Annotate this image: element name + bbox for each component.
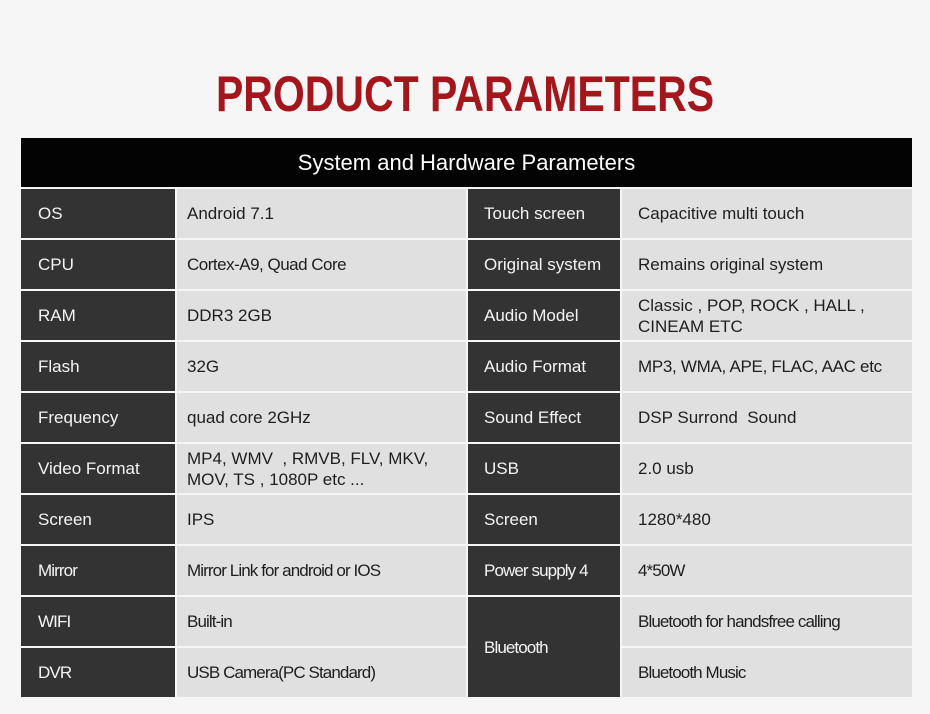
param-value-video-format: MP4, WMV , RMVB, FLV, MKV, MOV, TS , 108… xyxy=(177,444,466,493)
param-label-original-system: Original system xyxy=(468,240,620,289)
param-value-audio-model: Classic , POP, ROCK , HALL , CINEAM ETC xyxy=(622,291,912,340)
parameters-table: System and Hardware Parameters OS Androi… xyxy=(21,138,912,697)
param-label-touch-screen: Touch screen xyxy=(468,189,620,238)
param-label-video-format: Video Format xyxy=(21,444,175,493)
param-label-power-supply: Power supply 4 xyxy=(468,546,620,595)
param-value-screen-resolution: 1280*480 xyxy=(622,495,912,544)
param-value-flash: 32G xyxy=(177,342,466,391)
param-value-touch-screen: Capacitive multi touch xyxy=(622,189,912,238)
param-label-audio-model: Audio Model xyxy=(468,291,620,340)
param-value-audio-format: MP3, WMA, APE, FLAC, AAC etc xyxy=(622,342,912,391)
param-label-ram: RAM xyxy=(21,291,175,340)
param-value-mirror: Mirror Link for android or IOS xyxy=(177,546,466,595)
param-label-wifi: WIFI xyxy=(21,597,175,646)
param-label-audio-format: Audio Format xyxy=(468,342,620,391)
param-label-os: OS xyxy=(21,189,175,238)
param-label-screen-resolution: Screen xyxy=(468,495,620,544)
param-label-screen-type: Screen xyxy=(21,495,175,544)
param-value-wifi: Built-in xyxy=(177,597,466,646)
param-label-mirror: Mirror xyxy=(21,546,175,595)
param-label-cpu: CPU xyxy=(21,240,175,289)
param-value-cpu: Cortex-A9, Quad Core xyxy=(177,240,466,289)
param-value-dvr: USB Camera(PC Standard) xyxy=(177,648,466,697)
param-value-sound-effect: DSP Surrond Sound xyxy=(622,393,912,442)
param-label-bluetooth: Bluetooth xyxy=(468,597,620,697)
param-label-flash: Flash xyxy=(21,342,175,391)
param-value-screen-type: IPS xyxy=(177,495,466,544)
param-value-ram: DDR3 2GB xyxy=(177,291,466,340)
param-value-bluetooth-music: Bluetooth Music xyxy=(622,648,912,697)
table-header: System and Hardware Parameters xyxy=(21,138,912,187)
param-value-original-system: Remains original system xyxy=(622,240,912,289)
param-label-dvr: DVR xyxy=(21,648,175,697)
param-value-power-supply: 4*50W xyxy=(622,546,912,595)
param-value-usb: 2.0 usb xyxy=(622,444,912,493)
param-value-os: Android 7.1 xyxy=(177,189,466,238)
param-label-sound-effect: Sound Effect xyxy=(468,393,620,442)
param-value-bluetooth-calling: Bluetooth for handsfree calling xyxy=(622,597,912,646)
param-label-frequency: Frequency xyxy=(21,393,175,442)
param-label-usb: USB xyxy=(468,444,620,493)
page-title: PRODUCT PARAMETERS xyxy=(215,66,715,122)
table-body: OS Android 7.1 Touch screen Capacitive m… xyxy=(21,189,912,697)
param-value-frequency: quad core 2GHz xyxy=(177,393,466,442)
